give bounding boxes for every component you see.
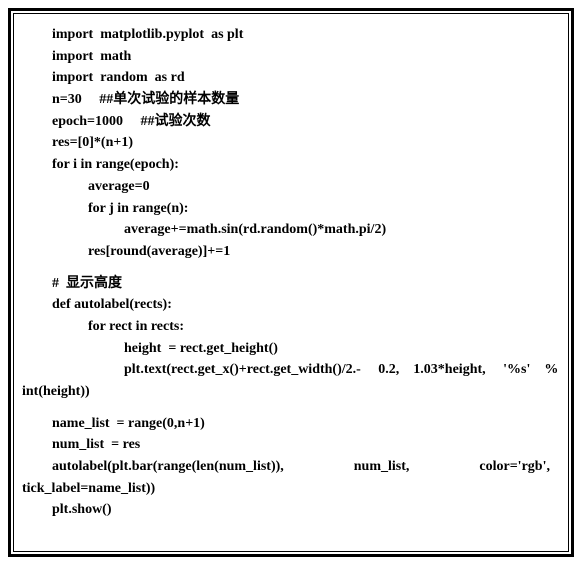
code-line: name_list = range(0,n+1) [22, 413, 560, 435]
code-line: tick_label=name_list)) [22, 478, 560, 500]
code-line: for j in range(n): [22, 198, 560, 220]
code-container: import matplotlib.pyplot as plt import m… [13, 13, 569, 552]
code-line: import matplotlib.pyplot as plt [22, 24, 560, 46]
outer-frame: import matplotlib.pyplot as plt import m… [8, 8, 574, 557]
code-line: n=30 ##单次试验的样本数量 [22, 89, 560, 111]
blank-line [22, 403, 560, 413]
code-line: for rect in rects: [22, 316, 560, 338]
code-line: import random as rd [22, 67, 560, 89]
code-line: res[round(average)]+=1 [22, 241, 560, 263]
code-line: average=0 [22, 176, 560, 198]
code-line: for i in range(epoch): [22, 154, 560, 176]
code-line: epoch=1000 ##试验次数 [22, 111, 560, 133]
code-line: height = rect.get_height() [22, 338, 560, 360]
code-line: import math [22, 46, 560, 68]
code-line: plt.show() [22, 499, 560, 521]
code-line: # 显示高度 [22, 273, 560, 295]
code-line: average+=math.sin(rd.random()*math.pi/2) [22, 219, 560, 241]
code-line: num_list = res [22, 434, 560, 456]
code-line: int(height)) [22, 381, 560, 403]
code-line: def autolabel(rects): [22, 294, 560, 316]
code-line: res=[0]*(n+1) [22, 132, 560, 154]
code-line: plt.text(rect.get_x()+rect.get_width()/2… [22, 359, 560, 381]
code-line: autolabel(plt.bar(range(len(num_list)), … [22, 456, 560, 478]
blank-line [22, 263, 560, 273]
